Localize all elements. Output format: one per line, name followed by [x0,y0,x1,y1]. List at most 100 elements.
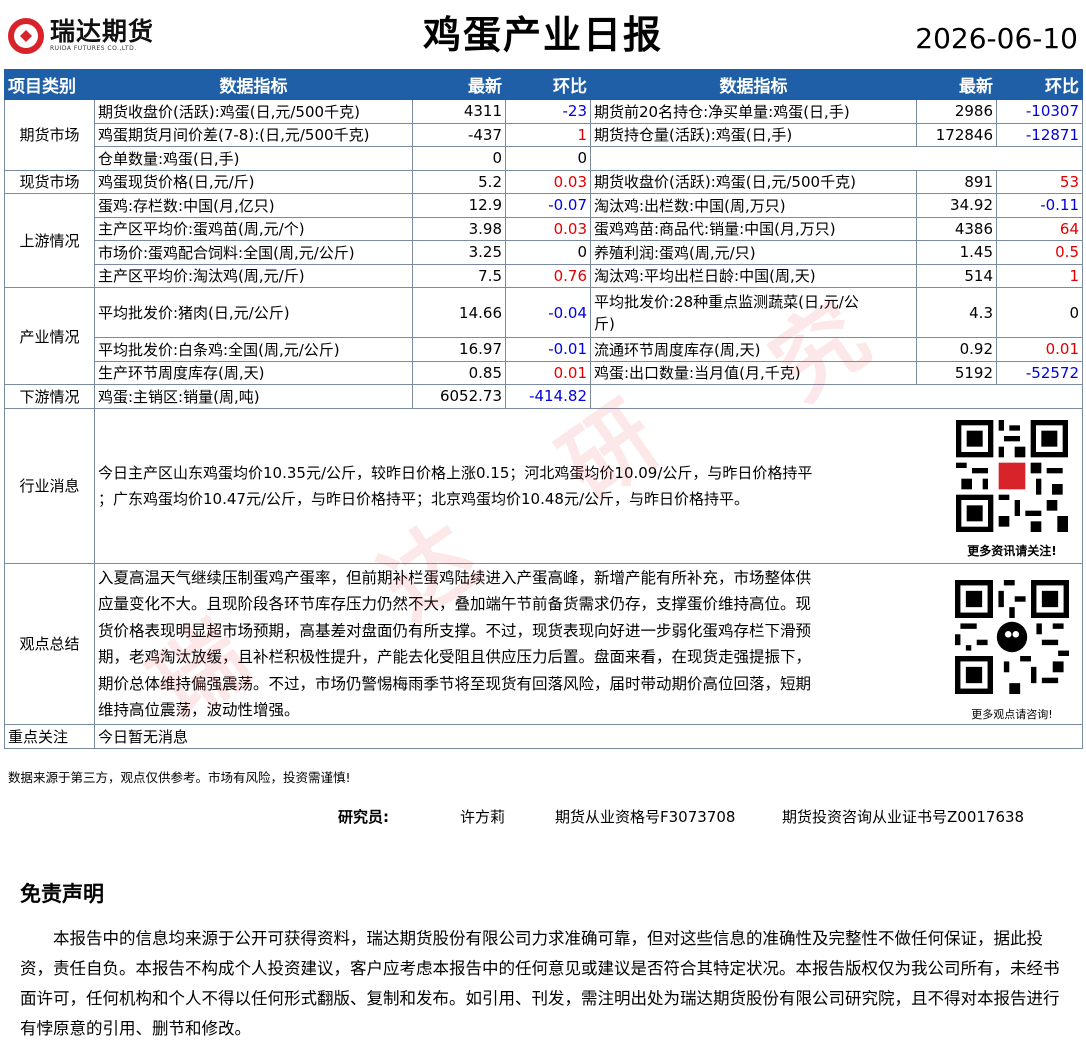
latest-value: 3.25 [412,240,506,265]
indicator-name: 鸡蛋:主销区:销量(周,吨) [94,384,413,409]
latest-value: 34.92 [916,193,997,218]
latest-value: 0 [412,146,506,171]
disclaimer-body: 本报告中的信息均来源于公开可获得资料，瑞达期货股份有限公司力求准确可靠，但对这些… [20,929,1060,1038]
latest-value: 1.45 [916,240,997,265]
view-line: 维持高位震荡，波动性增强。 [98,701,300,720]
latest-value: 14.66 [412,287,506,338]
change-value: 0.01 [505,360,591,385]
col-header-change-2: 环比 [996,69,1083,100]
news-line: 今日主产区山东鸡蛋均价10.35元/公斤，较昨日价格上涨0.15；河北鸡蛋均价1… [98,463,813,482]
latest-value: 5192 [916,360,997,385]
category-futures: 期货市场 [4,99,95,171]
indicator-name: 平均批发价:猪肉(日,元/公斤) [94,287,413,338]
change-value: -10307 [996,99,1083,124]
change-value: 1 [505,122,591,147]
indicator-name: 鸡蛋现货价格(日,元/斤) [94,169,413,194]
indicator-name: 蛋鸡鸡苗:商品代:销量:中国(月,万只) [590,216,917,241]
category-spot: 现货市场 [4,169,95,194]
indicator-name-line: 斤) [594,314,615,333]
change-value: 1 [996,263,1083,288]
change-value: -0.07 [505,193,591,218]
change-value: -12871 [996,122,1083,147]
view-line: 期价总体维持偏强震荡。不过，市场仍警惕梅雨季节将至现货有回落风险，届时带动期价高… [98,674,812,693]
change-value: 0 [505,146,591,171]
indicator-name: 期货持仓量(活跃):鸡蛋(日,手) [590,122,917,147]
latest-value: 5.2 [412,169,506,194]
indicator-name-line: 平均批发价:28种重点监测蔬菜(日,元/公 [594,292,859,311]
news-line: ；广东鸡蛋均价10.47元/公斤，与昨日价格持平；北京鸡蛋均价10.48元/公斤… [98,489,749,508]
latest-value: 0.85 [412,360,506,385]
latest-value: 514 [916,263,997,288]
table-row: 上游情况 蛋鸡:存栏数:中国(月,亿只) 12.9 -0.07 淘汰鸡:出栏数:… [4,193,1083,288]
category-upstream: 上游情况 [4,193,95,288]
indicator-name: 鸡蛋:出口数量:当月值(月,千克) [590,360,917,385]
col-header-category: 项目类别 [4,69,95,100]
table-row: 平均批发价:白条鸡:全国(周,元/公斤) 16.97 -0.01 流通环节周度库… [5,337,1083,362]
latest-value: 891 [916,169,997,194]
empty-cell [590,384,1083,409]
change-value: 0.03 [505,169,591,194]
col-header-change: 环比 [505,69,591,100]
indicator-name-wrapped: 平均批发价:28种重点监测蔬菜(日,元/公 斤) [590,287,917,338]
industry-news: 今日主产区山东鸡蛋均价10.35元/公斤，较昨日价格上涨0.15；河北鸡蛋均价1… [94,407,1083,564]
latest-value: 4311 [412,99,506,124]
change-value: 0.76 [505,263,591,288]
view-summary: 入夏高温天气继续压制蛋鸡产蛋率，但前期补栏蛋鸡陆续进入产蛋高峰，新增产能有所补充… [94,562,1083,726]
change-value: -23 [505,99,591,124]
latest-value: 16.97 [412,337,506,362]
data-table: 项目类别 数据指标 最新 环比 数据指标 最新 环比 期货市场 期货收盘价(活跃… [4,69,1083,749]
table-row: 主产区平均价:蛋鸡苗(周,元/个) 3.98 0.03 蛋鸡鸡苗:商品代:销量:… [5,216,1083,241]
change-value: -52572 [996,360,1083,385]
report-header: 瑞达期货 RUIDA FUTURES CO.,LTD. 鸡蛋产业日报 2026-… [0,0,1086,68]
change-value: -0.11 [996,193,1083,218]
col-header-latest-2: 最新 [916,69,997,100]
view-line: 入夏高温天气继续压制蛋鸡产蛋率，但前期补栏蛋鸡陆续进入产蛋高峰，新增产能有所补充… [98,568,812,587]
col-header-indicator-2: 数据指标 [590,69,917,100]
view-row: 观点总结 入夏高温天气继续压制蛋鸡产蛋率，但前期补栏蛋鸡陆续进入产蛋高峰，新增产… [4,562,1083,726]
latest-value: 0.92 [916,337,997,362]
researcher-license: 期货从业资格号F3073708 [555,808,736,826]
researcher-consult-license: 期货投资咨询从业证书号Z0017638 [782,808,1025,826]
change-value: -0.04 [505,287,591,338]
change-value: 0 [996,287,1083,338]
latest-value: 6052.73 [412,384,506,409]
indicator-name: 平均批发价:白条鸡:全国(周,元/公斤) [94,337,413,362]
category-focus: 重点关注 [4,724,95,749]
col-header-latest: 最新 [412,69,506,100]
qr-block-view: 更多观点请咨询! [948,578,1076,722]
table-header-row: 项目类别 数据指标 最新 环比 数据指标 最新 环比 [4,69,1083,100]
indicator-name: 期货前20名持仓:净买单量:鸡蛋(日,手) [590,99,917,124]
indicator-name: 市场价:蛋鸡配合饲料:全国(周,元/公斤) [94,240,413,265]
indicator-name: 流通环节周度库存(周,天) [590,337,917,362]
table-row: 期货市场 期货收盘价(活跃):鸡蛋(日,元/500千克) 4311 -23 期货… [4,99,1083,171]
focus-text: 今日暂无消息 [94,724,1083,749]
qr-code-icon [953,420,1071,532]
indicator-name: 养殖利润:蛋鸡(周,元/只) [590,240,917,265]
view-line: 应量变化不大。且现阶段各环节库存压力仍然不大，叠加端午节前备货需求仍存，支撑蛋价… [98,595,812,614]
indicator-name: 期货收盘价(活跃):鸡蛋(日,元/500千克) [94,99,413,124]
indicator-name: 主产区平均价:淘汰鸡(周,元/斤) [94,263,413,288]
latest-value: 7.5 [412,263,506,288]
latest-value: 4386 [916,216,997,241]
category-downstream: 下游情况 [4,384,95,409]
indicator-name: 期货收盘价(活跃):鸡蛋(日,元/500千克) [590,169,917,194]
table-row: 下游情况 鸡蛋:主销区:销量(周,吨) 6052.73 -414.82 [4,384,1083,409]
change-value: 0.03 [505,216,591,241]
qr-code-wechat-icon [955,578,1069,696]
latest-value: 172846 [916,122,997,147]
change-value: 53 [996,169,1083,194]
category-industry: 产业情况 [4,287,95,385]
category-view: 观点总结 [4,562,95,726]
researcher-label: 研究员: [338,808,389,826]
latest-value: 3.98 [412,216,506,241]
indicator-name: 主产区平均价:蛋鸡苗(周,元/个) [94,216,413,241]
change-value: 0.01 [996,337,1083,362]
disclaimer-title: 免责声明 [20,882,104,906]
change-value: -414.82 [505,384,591,409]
qr-caption-view: 更多观点请咨询! [971,708,1053,721]
qr-block-news: 更多资讯请关注! [948,420,1076,559]
empty-cell [590,146,1083,171]
indicator-name: 生产环节周度库存(周,天) [94,360,413,385]
indicator-name: 蛋鸡:存栏数:中国(月,亿只) [94,193,413,218]
table-row: 市场价:蛋鸡配合饲料:全国(周,元/公斤) 3.25 0 养殖利润:蛋鸡(周,元… [5,240,1083,265]
